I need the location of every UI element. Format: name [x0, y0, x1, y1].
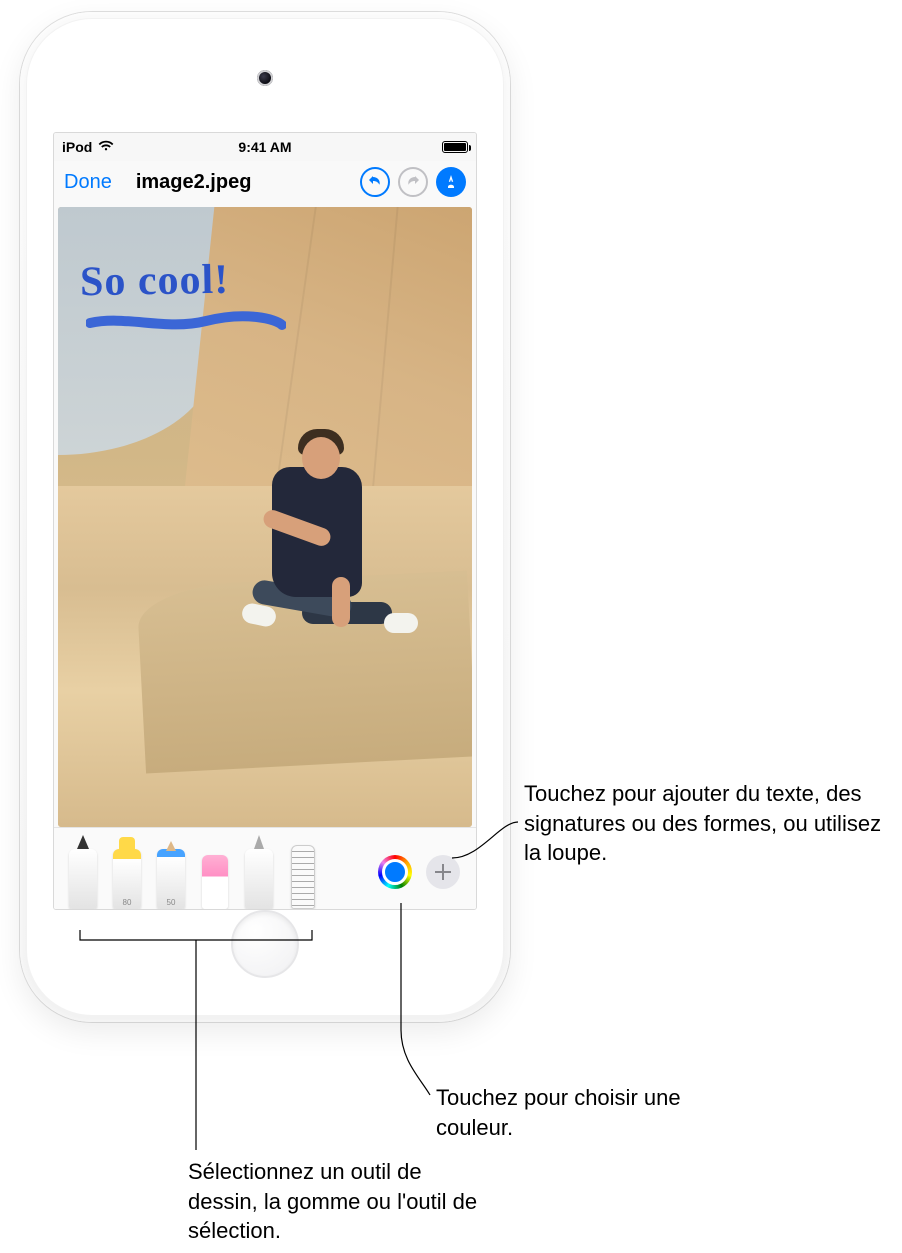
ruler-tool[interactable] — [282, 833, 324, 909]
home-button[interactable] — [231, 910, 299, 978]
front-camera — [257, 70, 273, 86]
navbar: Done image2.jpeg — [54, 161, 476, 203]
handwriting-underline[interactable] — [86, 311, 286, 337]
device-label: iPod — [62, 139, 92, 155]
lasso-tool[interactable] — [238, 833, 280, 909]
marker-tool[interactable]: 80 — [106, 833, 148, 909]
callout-tools: Sélectionnez un outil de dessin, la gomm… — [188, 1157, 478, 1246]
wifi-icon — [98, 139, 114, 155]
redo-button[interactable] — [398, 167, 428, 197]
device-bezel: iPod 9:41 AM Done image2.jpeg — [26, 18, 504, 1016]
color-picker-button[interactable] — [378, 855, 412, 889]
markup-button[interactable] — [436, 167, 466, 197]
pen-tool[interactable] — [62, 827, 104, 909]
pencil-size-label: 50 — [150, 898, 192, 907]
marker-size-label: 80 — [106, 898, 148, 907]
eraser-tool[interactable] — [194, 833, 236, 909]
device-frame: iPod 9:41 AM Done image2.jpeg — [20, 12, 510, 1022]
undo-button[interactable] — [360, 167, 390, 197]
photo-subject-person — [212, 427, 412, 687]
battery-icon — [442, 141, 468, 153]
handwriting-annotation[interactable]: So cool! — [80, 256, 230, 307]
add-shape-button[interactable] — [426, 855, 460, 889]
photo-canvas[interactable]: So cool! — [58, 207, 472, 827]
markup-tool-palette: 80 50 — [54, 827, 476, 909]
device-screen: iPod 9:41 AM Done image2.jpeg — [53, 132, 477, 910]
status-bar: iPod 9:41 AM — [54, 133, 476, 161]
pencil-tool[interactable]: 50 — [150, 833, 192, 909]
callout-color: Touchez pour choisir une couleur. — [436, 1083, 716, 1142]
done-button[interactable]: Done — [64, 171, 112, 194]
clock: 9:41 AM — [238, 139, 291, 155]
callout-add: Touchez pour ajouter du texte, des signa… — [524, 779, 884, 868]
file-title: image2.jpeg — [136, 171, 252, 194]
